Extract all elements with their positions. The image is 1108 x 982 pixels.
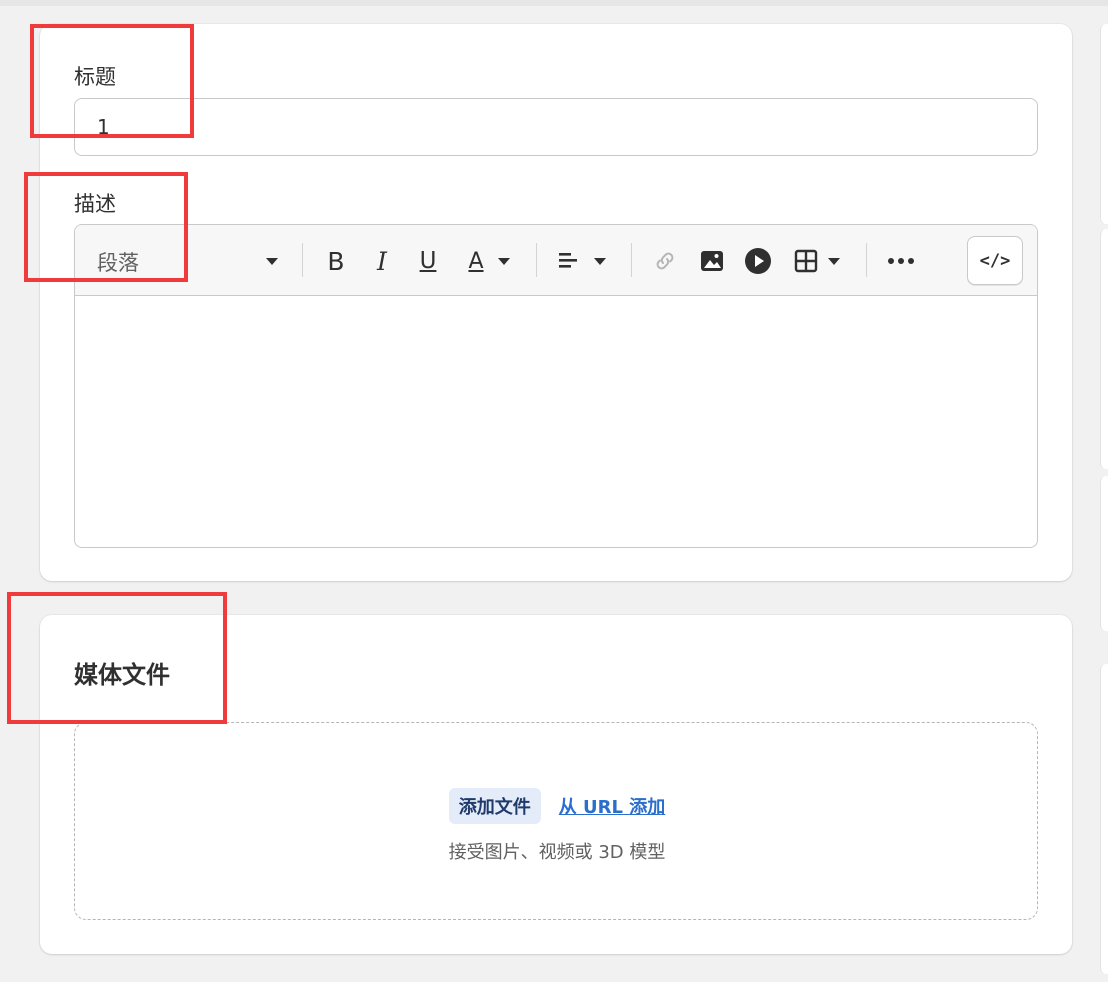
underline-button[interactable]: U xyxy=(413,243,443,279)
text-color-button[interactable]: A xyxy=(461,243,491,279)
highlight-box-title xyxy=(30,24,194,138)
more-options-icon[interactable] xyxy=(883,243,919,279)
description-content-area[interactable] xyxy=(75,296,1037,547)
add-from-url-link[interactable]: 从 URL 添加 xyxy=(559,793,665,819)
add-file-button[interactable]: 添加文件 xyxy=(448,788,541,824)
text-color-chevron-down-icon[interactable] xyxy=(493,243,515,279)
html-code-view-button[interactable]: </> xyxy=(967,236,1023,285)
product-details-card: 标题 1 描述 段落 B I U A </> xyxy=(40,24,1072,581)
paragraph-chevron-down-icon[interactable] xyxy=(261,243,283,279)
description-editor: 段落 B I U A </> xyxy=(74,224,1038,548)
italic-button[interactable]: I xyxy=(367,243,397,279)
media-accept-hint: 接受图片、视频或 3D 模型 xyxy=(448,842,666,863)
highlight-box-media xyxy=(7,592,227,724)
top-divider xyxy=(0,0,1108,6)
media-dropzone[interactable]: 添加文件 从 URL 添加 接受图片、视频或 3D 模型 xyxy=(74,722,1038,920)
bold-button[interactable]: B xyxy=(321,243,351,279)
highlight-box-description xyxy=(24,172,188,282)
align-chevron-down-icon[interactable] xyxy=(589,243,611,279)
title-input[interactable]: 1 xyxy=(74,98,1038,156)
image-icon[interactable] xyxy=(695,243,729,279)
link-icon[interactable] xyxy=(649,243,681,279)
table-icon[interactable] xyxy=(789,243,823,279)
align-left-icon[interactable] xyxy=(553,243,583,279)
right-column-edge xyxy=(1100,24,1108,974)
table-chevron-down-icon[interactable] xyxy=(823,243,845,279)
video-play-icon[interactable] xyxy=(741,243,775,279)
editor-toolbar: 段落 B I U A </> xyxy=(75,225,1037,296)
